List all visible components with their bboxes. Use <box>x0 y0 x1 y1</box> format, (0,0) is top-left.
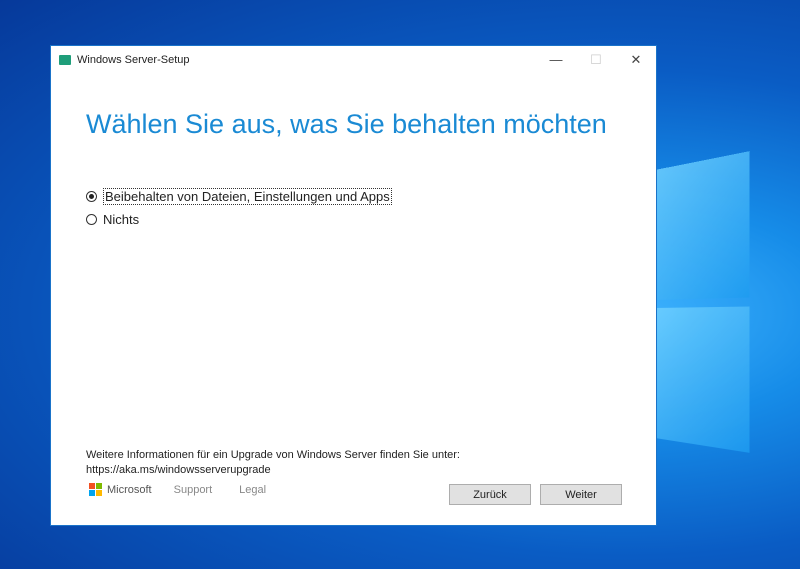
support-link[interactable]: Support <box>174 484 213 496</box>
window-title: Windows Server-Setup <box>77 54 190 66</box>
radio-selected-icon[interactable] <box>86 191 97 202</box>
minimize-button[interactable]: — <box>536 52 576 68</box>
footer: Microsoft Support Legal <box>89 483 266 496</box>
microsoft-logo-icon <box>89 483 102 496</box>
page-title: Wählen Sie aus, was Sie behalten möchten <box>86 109 607 139</box>
upgrade-link[interactable]: https://aka.ms/windowsserverupgrade <box>86 463 460 478</box>
next-button[interactable]: Weiter <box>540 484 622 505</box>
windows-desktop-logo <box>655 124 800 516</box>
microsoft-brand: Microsoft <box>107 483 152 496</box>
setup-app-icon <box>59 55 71 65</box>
info-text: Weitere Informationen für ein Upgrade vo… <box>86 448 460 478</box>
title-bar: Windows Server-Setup — ☐ ✕ <box>51 46 656 74</box>
legal-link[interactable]: Legal <box>239 484 266 496</box>
maximize-button[interactable]: ☐ <box>576 52 616 68</box>
radio-nothing[interactable]: Nichts <box>86 212 139 227</box>
radio-keep-files[interactable]: Beibehalten von Dateien, Einstellungen u… <box>86 188 392 205</box>
setup-window: Windows Server-Setup — ☐ ✕ Wählen Sie au… <box>50 45 657 526</box>
option-label: Beibehalten von Dateien, Einstellungen u… <box>103 188 392 205</box>
info-line: Weitere Informationen für ein Upgrade vo… <box>86 449 460 461</box>
back-button[interactable]: Zurück <box>449 484 531 505</box>
close-button[interactable]: ✕ <box>616 52 656 68</box>
option-label: Nichts <box>103 212 140 227</box>
radio-unselected-icon[interactable] <box>86 214 97 225</box>
